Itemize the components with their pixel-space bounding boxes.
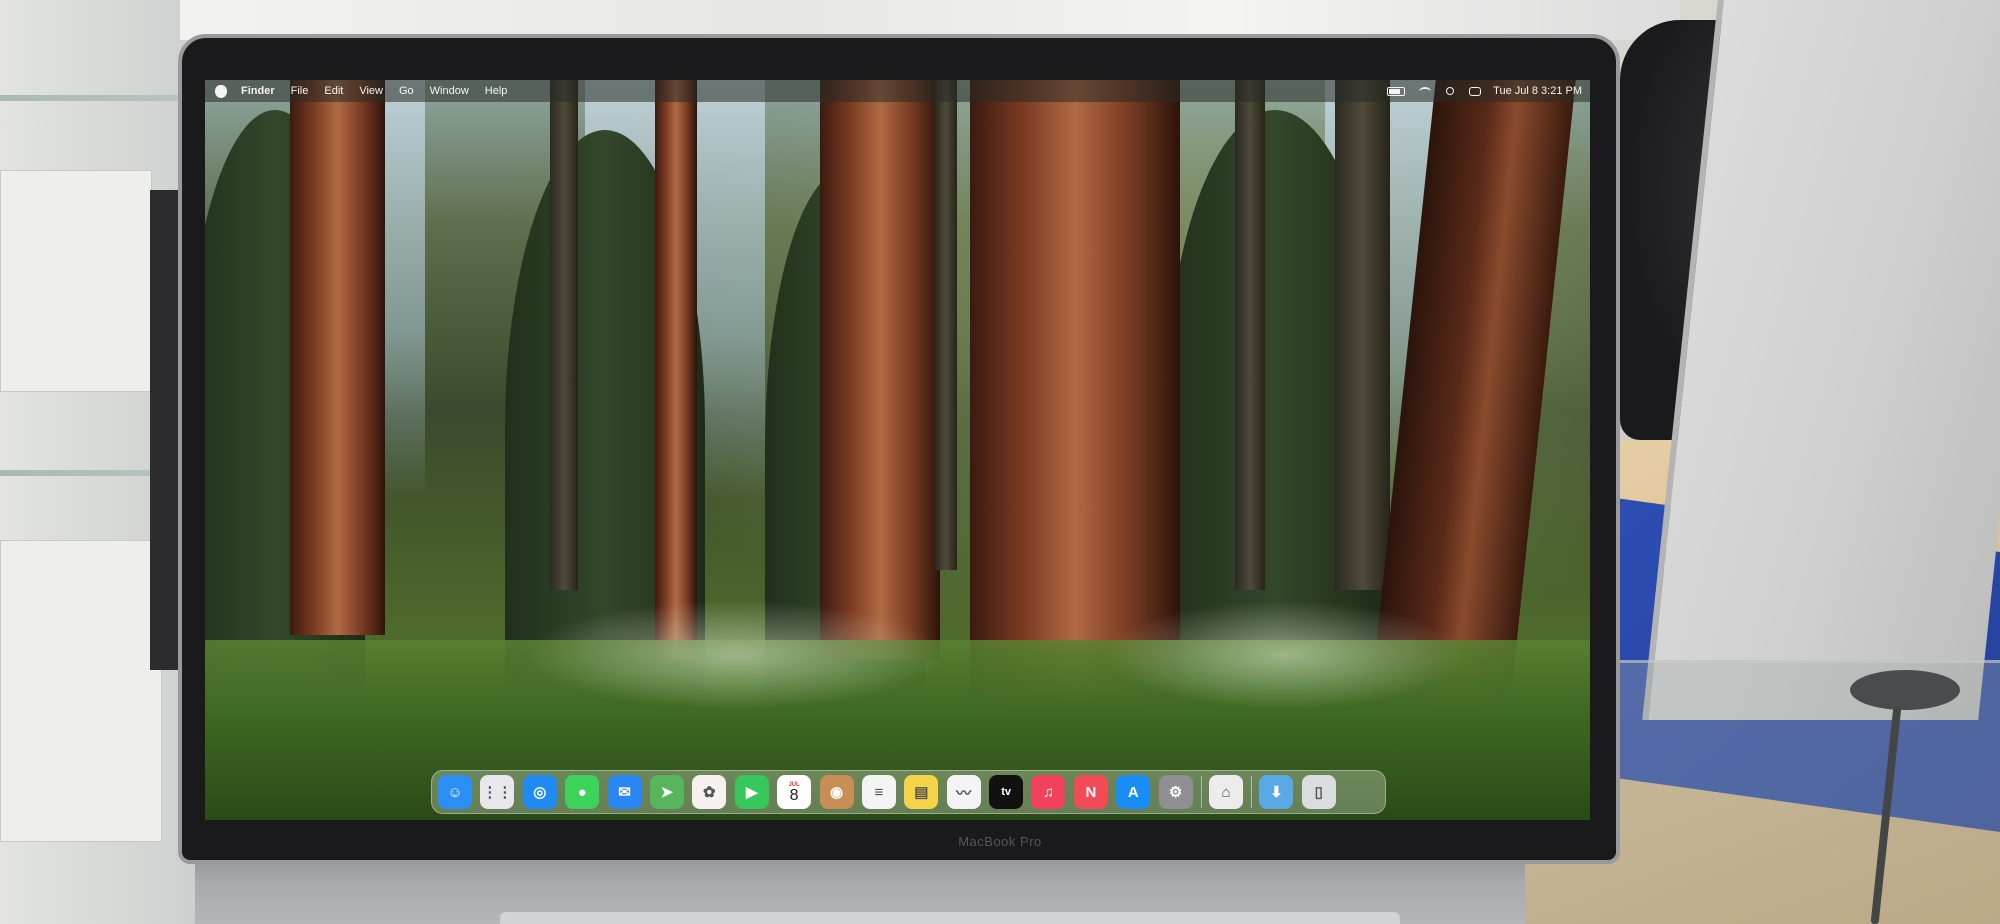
freeform-icon[interactable]: 〰 [946, 775, 981, 809]
product-box [0, 540, 162, 842]
menu-go[interactable]: Go [399, 85, 414, 97]
menu-view[interactable]: View [359, 85, 383, 97]
reminders-icon[interactable]: ≡ [861, 775, 896, 809]
dock-separator [1251, 776, 1253, 808]
apple-menu-icon[interactable] [215, 84, 227, 98]
preview-icon[interactable]: ⌂ [1209, 775, 1244, 809]
dock-separator [1201, 776, 1203, 808]
tree-trunk [1235, 80, 1265, 590]
sequoia-trunk [655, 80, 697, 660]
macbook-pro-label: MacBook Pro [958, 834, 1042, 849]
laptop-lid-notch [500, 912, 1400, 924]
calendar-icon[interactable]: JUL 8 [777, 775, 812, 809]
photos-icon[interactable]: ✿ [692, 775, 727, 809]
news-icon[interactable]: N [1073, 775, 1108, 809]
dock: ☺ ⋮⋮ ◎ ● ✉ ➤ ✿ ▶ JUL 8 ◉ ≡ ▤ 〰 tv ♫ N A ⚙ ⌂ ⬇ ▯ [431, 770, 1386, 814]
menu-window[interactable]: Window [430, 85, 469, 97]
mist [525, 600, 945, 710]
control-center-icon[interactable] [1468, 86, 1481, 97]
desktop-screen[interactable]: Finder File Edit View Go Window Help Tue… [205, 80, 1590, 820]
mail-icon[interactable]: ✉ [607, 775, 642, 809]
menu-edit[interactable]: Edit [324, 85, 343, 97]
product-box [0, 170, 152, 392]
launchpad-icon[interactable]: ⋮⋮ [480, 775, 515, 809]
notes-icon[interactable]: ▤ [904, 775, 939, 809]
mist [1105, 600, 1465, 710]
sequoia-trunk [820, 80, 940, 660]
downloads-folder-icon[interactable]: ⬇ [1259, 775, 1294, 809]
facetime-icon[interactable]: ▶ [734, 775, 769, 809]
photo-scene: SP MacBook Pro Finder File Edit [0, 0, 2000, 924]
menu-bar: Finder File Edit View Go Window Help Tue… [205, 80, 1590, 102]
battery-icon[interactable] [1386, 86, 1406, 97]
app-store-icon[interactable]: A [1116, 775, 1151, 809]
tree-trunk [935, 80, 957, 570]
menu-app-finder[interactable]: Finder [241, 85, 275, 97]
menu-help[interactable]: Help [485, 85, 508, 97]
system-settings-icon[interactable]: ⚙ [1158, 775, 1193, 809]
apple-tv-icon[interactable]: tv [989, 775, 1024, 809]
calendar-day-label: 8 [789, 787, 799, 804]
trash-icon[interactable]: ▯ [1301, 775, 1336, 809]
maps-icon[interactable]: ➤ [649, 775, 684, 809]
menu-clock[interactable]: Tue Jul 8 3:21 PM [1493, 85, 1582, 97]
spotlight-search-icon[interactable] [1443, 86, 1456, 97]
apple-tv-label: tv [1001, 786, 1011, 798]
music-icon[interactable]: ♫ [1031, 775, 1066, 809]
finder-icon[interactable]: ☺ [438, 775, 472, 809]
messages-icon[interactable]: ● [565, 775, 600, 809]
tree-trunk [550, 80, 578, 590]
menu-file[interactable]: File [291, 85, 309, 97]
tree-trunk [1335, 80, 1390, 590]
contacts-icon[interactable]: ◉ [819, 775, 854, 809]
wifi-icon[interactable] [1418, 86, 1431, 97]
sequoia-trunk [290, 80, 385, 635]
safari-icon[interactable]: ◎ [522, 775, 557, 809]
